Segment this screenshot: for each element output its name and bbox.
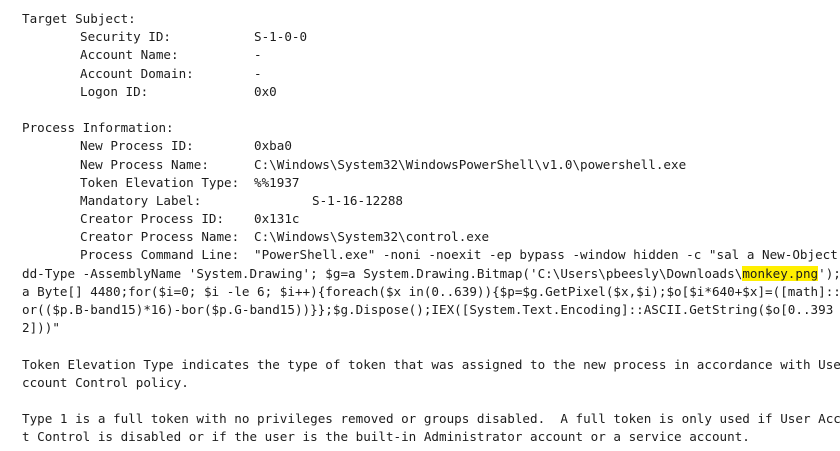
field-value: - bbox=[254, 65, 262, 81]
command-line-wrap: dd-Type -AssemblyName 'System.Drawing'; … bbox=[22, 265, 840, 283]
security-id-row: Security ID: S-1-0-0 bbox=[22, 28, 832, 46]
search-highlight: monkey.png bbox=[742, 265, 819, 281]
field-label: New Process Name: bbox=[80, 156, 209, 172]
logon-id-row: Logon ID: 0x0 bbox=[22, 83, 832, 101]
token-elevation-type-row: Token Elevation Type: %%1937 bbox=[22, 174, 832, 192]
explanation-text: ccount Control policy. bbox=[22, 374, 189, 390]
command-line-text: ');$o= bbox=[818, 265, 840, 281]
field-label: Logon ID: bbox=[80, 83, 149, 99]
explanation-text: Type 1 is a full token with no privilege… bbox=[22, 411, 840, 427]
field-value: S-1-16-12288 bbox=[312, 192, 403, 208]
command-line-wrap: 2]))" bbox=[22, 320, 60, 336]
field-label: Token Elevation Type: bbox=[80, 174, 240, 190]
account-domain-row: Account Domain: - bbox=[22, 65, 832, 83]
event-details: Target Subject: Security ID: S-1-0-0 Acco… bbox=[22, 10, 840, 447]
command-line-row: Process Command Line: "PowerShell.exe" -n… bbox=[22, 246, 840, 264]
field-value: S-1-0-0 bbox=[254, 29, 308, 45]
field-label: Mandatory Label: bbox=[80, 192, 202, 208]
command-line-wrap: or(($p.B-band15)*16)-bor($p.G-band15))}}… bbox=[22, 302, 834, 317]
field-label: Account Name: bbox=[80, 47, 179, 63]
field-label: New Process ID: bbox=[80, 138, 194, 154]
field-value: 0xba0 bbox=[254, 138, 292, 154]
field-value: 0x0 bbox=[254, 83, 277, 99]
field-label: Creator Process ID: bbox=[80, 211, 225, 227]
command-line-value: "PowerShell.exe" -noni -noexit -ep bypas… bbox=[254, 247, 840, 263]
creator-process-id-row: Creator Process ID: 0x131c bbox=[22, 210, 832, 228]
target-subject-heading: Target Subject: bbox=[22, 11, 136, 26]
process-information-heading: Process Information: bbox=[22, 120, 174, 136]
command-line-text: dd-Type -AssemblyName 'System.Drawing'; … bbox=[22, 265, 743, 281]
creator-process-name-row: Creator Process Name: C:\Windows\System32… bbox=[22, 228, 832, 246]
field-value: C:\Windows\System32\control.exe bbox=[254, 229, 490, 245]
field-value: - bbox=[254, 47, 262, 63]
account-name-row: Account Name: - bbox=[22, 46, 832, 64]
command-line-wrap: a Byte[] 4480;for($i=0; $i -le 6; $i++){… bbox=[22, 283, 840, 299]
field-label: Creator Process Name: bbox=[80, 229, 240, 245]
field-label: Security ID: bbox=[80, 29, 171, 45]
field-value: 0x131c bbox=[254, 211, 300, 227]
new-process-id-row: New Process ID: 0xba0 bbox=[22, 137, 832, 155]
explanation-text: t Control is disabled or if the user is … bbox=[22, 429, 750, 445]
field-label: Process Command Line: bbox=[80, 247, 240, 263]
field-value: C:\Windows\System32\WindowsPowerShell\v1… bbox=[254, 156, 687, 172]
field-value: %%1937 bbox=[254, 174, 300, 190]
new-process-name-row: New Process Name: C:\Windows\System32\Win… bbox=[22, 156, 832, 174]
mandatory-label-row: Mandatory Label: S-1-16-12288 bbox=[22, 192, 832, 210]
explanation-text: Token Elevation Type indicates the type … bbox=[22, 356, 840, 372]
field-label: Account Domain: bbox=[80, 65, 194, 81]
